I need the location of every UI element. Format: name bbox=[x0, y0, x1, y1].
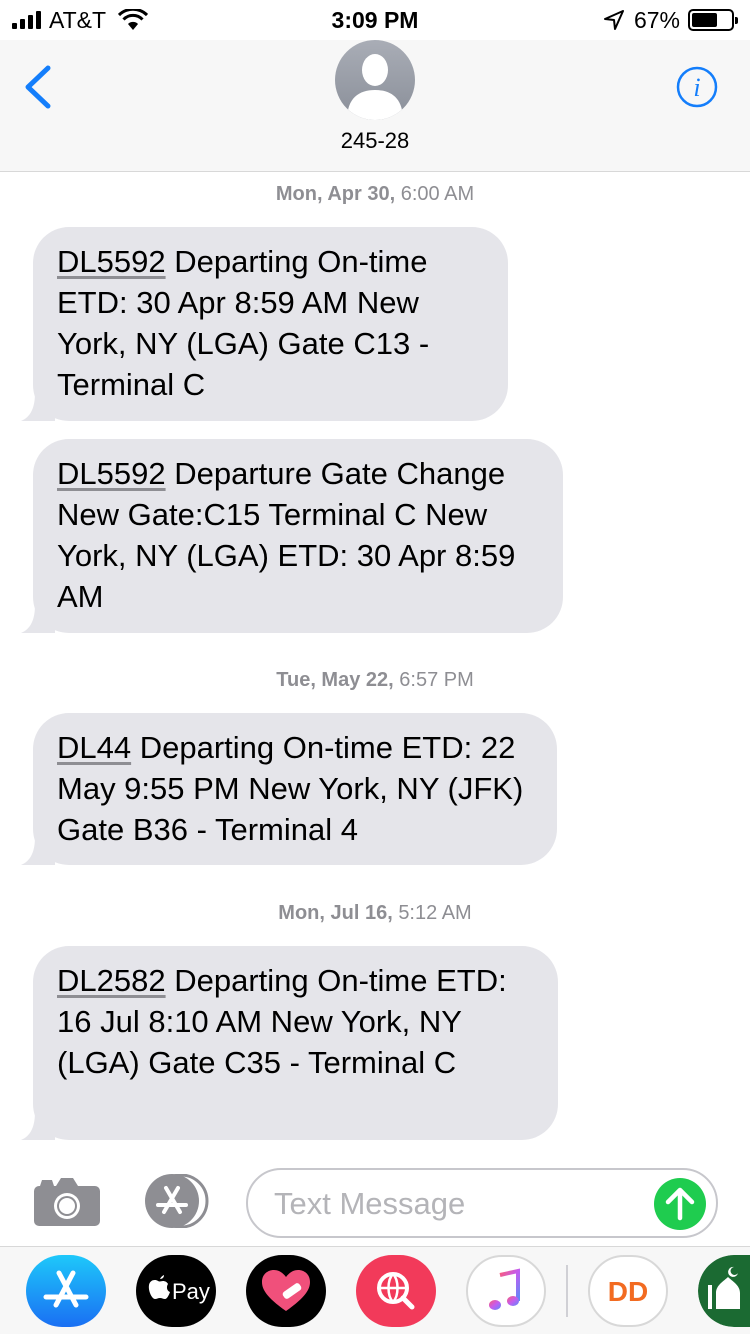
message-bubble[interactable]: DL5592 Departing On-time ETD: 30 Apr 8:5… bbox=[21, 227, 508, 421]
message-input-placeholder: Text Message bbox=[274, 1186, 466, 1221]
flight-number-link[interactable]: DL2582 bbox=[57, 963, 166, 998]
location-arrow-icon bbox=[603, 10, 624, 30]
web-search-icon[interactable] bbox=[356, 1255, 436, 1327]
message-input[interactable]: Text Message bbox=[246, 1168, 718, 1238]
message-bubble[interactable]: DL5592 Departure Gate Change New Gate:C1… bbox=[21, 439, 563, 633]
flight-number-link[interactable]: DL5592 bbox=[57, 456, 166, 491]
status-bar: AT&T 3:09 PM 67% bbox=[0, 0, 750, 40]
bubble-tail bbox=[21, 1112, 55, 1140]
dunkin-label: DD bbox=[608, 1276, 648, 1307]
mosque-app-icon[interactable] bbox=[698, 1255, 750, 1327]
message-bubble[interactable]: DL2582 Departing On-time ETD: 16 Jul 8:1… bbox=[21, 946, 558, 1140]
contact-avatar[interactable] bbox=[335, 40, 415, 120]
bubble-tail bbox=[21, 393, 55, 421]
message-bubble[interactable]: DL44 Departing On-time ETD: 22 May 9:55 … bbox=[21, 713, 557, 865]
person-silhouette-icon bbox=[347, 54, 403, 120]
timestamp: Mon, Jul 16, 5:12 AM bbox=[278, 902, 472, 924]
contact-name[interactable]: 245-28 bbox=[0, 128, 750, 154]
app-store-drawer-icon[interactable] bbox=[26, 1255, 106, 1327]
imessage-app-drawer: Pay DD bbox=[0, 1246, 750, 1334]
timestamp: Mon, Apr 30, 6:00 AM bbox=[275, 183, 475, 205]
conversation-header: 245-28 i bbox=[0, 40, 750, 172]
apple-pay-icon[interactable]: Pay bbox=[136, 1255, 216, 1327]
status-right: 67% bbox=[603, 6, 738, 33]
apple-pay-label: Pay bbox=[172, 1279, 210, 1304]
battery-percent: 67% bbox=[633, 6, 680, 33]
flight-number-link[interactable]: DL5592 bbox=[57, 244, 166, 279]
back-chevron-icon[interactable] bbox=[22, 64, 54, 110]
app-store-icon[interactable] bbox=[140, 1174, 212, 1228]
heart-sticker-icon[interactable] bbox=[246, 1255, 326, 1327]
svg-text:i: i bbox=[693, 73, 700, 102]
compose-bar: Text Message bbox=[0, 1160, 750, 1246]
bubble-tail bbox=[21, 605, 55, 633]
send-button[interactable] bbox=[654, 1178, 706, 1230]
arrow-up-icon bbox=[665, 1187, 695, 1221]
music-icon[interactable] bbox=[466, 1255, 546, 1327]
timestamp: Tue, May 22, 6:57 PM bbox=[276, 669, 474, 691]
dunkin-app-icon[interactable]: DD bbox=[588, 1255, 668, 1327]
drawer-divider bbox=[566, 1265, 568, 1317]
battery-icon bbox=[688, 9, 738, 31]
battery-fill bbox=[692, 13, 718, 27]
info-icon[interactable]: i bbox=[676, 66, 718, 108]
camera-icon[interactable] bbox=[34, 1176, 100, 1226]
bubble-tail bbox=[21, 837, 55, 865]
flight-number-link[interactable]: DL44 bbox=[57, 730, 131, 765]
